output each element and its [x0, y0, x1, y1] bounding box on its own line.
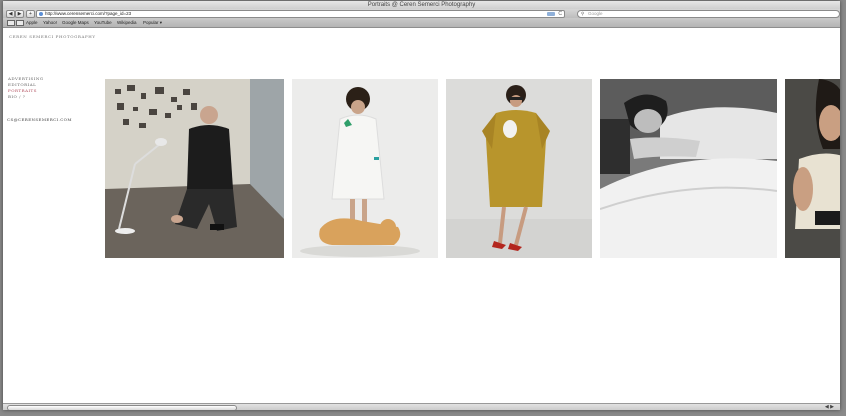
gallery-photo[interactable] — [105, 79, 284, 258]
site-title[interactable]: Ceren Semerci Photography — [9, 34, 96, 39]
gallery-photo[interactable] — [446, 79, 592, 258]
web-page: Ceren Semerci Photography Advertising Ed… — [3, 28, 840, 403]
bookmarks-bar: Apple Yahoo! Google Maps YouTube Wikiped… — [3, 18, 840, 28]
magnifier-icon: ⚲ — [581, 11, 585, 16]
grid-icon[interactable] — [16, 20, 24, 26]
bookmark-google-maps[interactable]: Google Maps — [62, 18, 89, 27]
browser-toolbar: ◀ ▶ + http://www.cerensemerci.com/?page_… — [3, 9, 840, 18]
bookmark-youtube[interactable]: YouTube — [94, 18, 112, 27]
scroll-arrows-icon[interactable]: ◀ ▶ — [825, 404, 834, 410]
browser-window: Portraits @ Ceren Semerci Photography ◀ … — [3, 1, 840, 410]
bookmark-wikipedia[interactable]: Wikipedia — [117, 18, 137, 27]
site-favicon-icon — [39, 12, 43, 16]
gallery-photo[interactable] — [600, 79, 777, 258]
back-arrow-icon: ◀ — [8, 11, 13, 17]
horizontal-scrollbar[interactable]: ◀ ▶ — [3, 403, 840, 410]
rss-icon[interactable] — [547, 12, 555, 16]
bookmark-apple[interactable]: Apple — [26, 18, 38, 27]
photo-gallery — [3, 79, 840, 259]
scrollbar-thumb[interactable] — [7, 405, 237, 410]
address-bar-url[interactable]: http://www.cerensemerci.com/?page_id=23 — [45, 11, 131, 17]
forward-button[interactable]: ▶ — [15, 10, 24, 18]
forward-arrow-icon: ▶ — [17, 11, 22, 17]
address-bar[interactable]: http://www.cerensemerci.com/?page_id=23 … — [36, 10, 565, 18]
gallery-photo[interactable] — [292, 79, 438, 258]
add-bookmark-button[interactable]: + — [26, 10, 35, 18]
bookmark-popular-menu[interactable]: Popular ▾ — [143, 18, 162, 27]
window-title: Portraits @ Ceren Semerci Photography — [3, 1, 840, 9]
search-field[interactable]: ⚲ Google — [577, 10, 840, 18]
bookmark-yahoo[interactable]: Yahoo! — [43, 18, 57, 27]
reload-icon[interactable]: C — [558, 11, 562, 17]
search-placeholder[interactable]: Google — [588, 11, 603, 17]
gallery-photo[interactable] — [785, 79, 840, 258]
back-button[interactable]: ◀ — [6, 10, 15, 18]
add-bookmark-icon: + — [29, 11, 32, 17]
book-icon[interactable] — [7, 20, 15, 26]
